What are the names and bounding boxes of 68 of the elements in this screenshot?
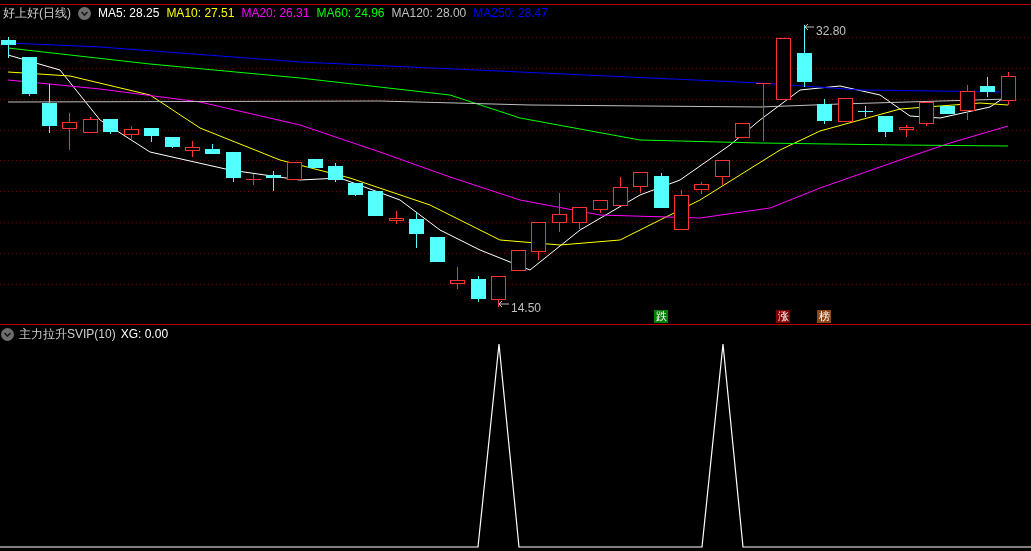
candlestick <box>511 249 526 271</box>
arrow-icon <box>498 300 510 308</box>
signal-tag: 榜 <box>817 310 831 323</box>
candlestick <box>144 127 159 143</box>
candlestick <box>940 105 955 115</box>
candlestick <box>42 83 57 134</box>
candlestick <box>552 192 567 233</box>
candlestick <box>245 173 262 186</box>
candlestick <box>226 151 241 183</box>
candlestick <box>838 97 853 122</box>
price-label: 32.80 <box>816 24 847 38</box>
candlestick <box>899 124 914 138</box>
candlestick <box>348 182 363 197</box>
candlestick <box>205 143 220 155</box>
candlestick <box>715 159 730 186</box>
signal-tag: 跌 <box>654 310 668 323</box>
arrow-icon <box>804 23 815 31</box>
candlestick <box>409 212 424 249</box>
candlestick <box>62 112 77 151</box>
candlestick <box>389 210 404 225</box>
candlestick <box>960 84 975 121</box>
candlestick <box>165 136 180 149</box>
candlestick <box>1001 71 1016 106</box>
price-label: 14.50 <box>511 301 542 315</box>
candlestick <box>185 140 200 158</box>
candlestick <box>817 98 832 125</box>
indicator-title: 主力拉升SVIP(10) <box>19 327 116 341</box>
candlestick <box>633 171 648 194</box>
candlestick <box>919 101 934 127</box>
indicator-label: MA20: 26.31 <box>241 6 310 20</box>
candlestick <box>878 115 893 138</box>
candlestick <box>22 56 37 97</box>
candlestick <box>776 37 791 100</box>
candlestick <box>593 199 608 214</box>
candlestick <box>83 116 98 133</box>
candlestick <box>674 189 689 230</box>
candlestick <box>735 122 750 138</box>
candlestick <box>654 172 669 209</box>
candlestick <box>572 206 587 230</box>
candlestick <box>450 266 465 290</box>
candlestick <box>124 125 139 140</box>
indicator-label: MA120: 28.00 <box>391 6 467 20</box>
chevron-down-icon[interactable] <box>78 6 91 20</box>
signal-tag: 涨 <box>776 310 790 323</box>
candlestick <box>430 236 445 263</box>
indicator-label: MA250: 28.47 <box>473 6 548 20</box>
candlestick <box>491 275 506 308</box>
indicator-label: MA5: 28.25 <box>98 6 160 20</box>
indicator-label: MA10: 27.51 <box>166 6 235 20</box>
candlestick <box>1 36 16 59</box>
candlestick <box>308 158 323 169</box>
candlestick <box>328 162 343 183</box>
indicator-label: MA60: 24.96 <box>316 6 385 20</box>
candlestick <box>471 275 486 303</box>
candlestick <box>980 76 995 98</box>
candlestick <box>103 118 118 135</box>
candlestick <box>797 24 812 88</box>
candlestick <box>694 181 709 195</box>
candlestick <box>755 82 772 142</box>
candlestick <box>613 176 628 206</box>
chevron-down-icon[interactable] <box>1 327 14 341</box>
candlestick <box>531 221 546 261</box>
indicator-reading: XG: 0.00 <box>120 327 169 341</box>
candlestick <box>857 105 874 118</box>
chart-title: 好上好(日线) <box>3 6 71 20</box>
candlestick <box>368 190 383 217</box>
candlestick <box>266 170 281 192</box>
candlestick <box>287 161 302 180</box>
